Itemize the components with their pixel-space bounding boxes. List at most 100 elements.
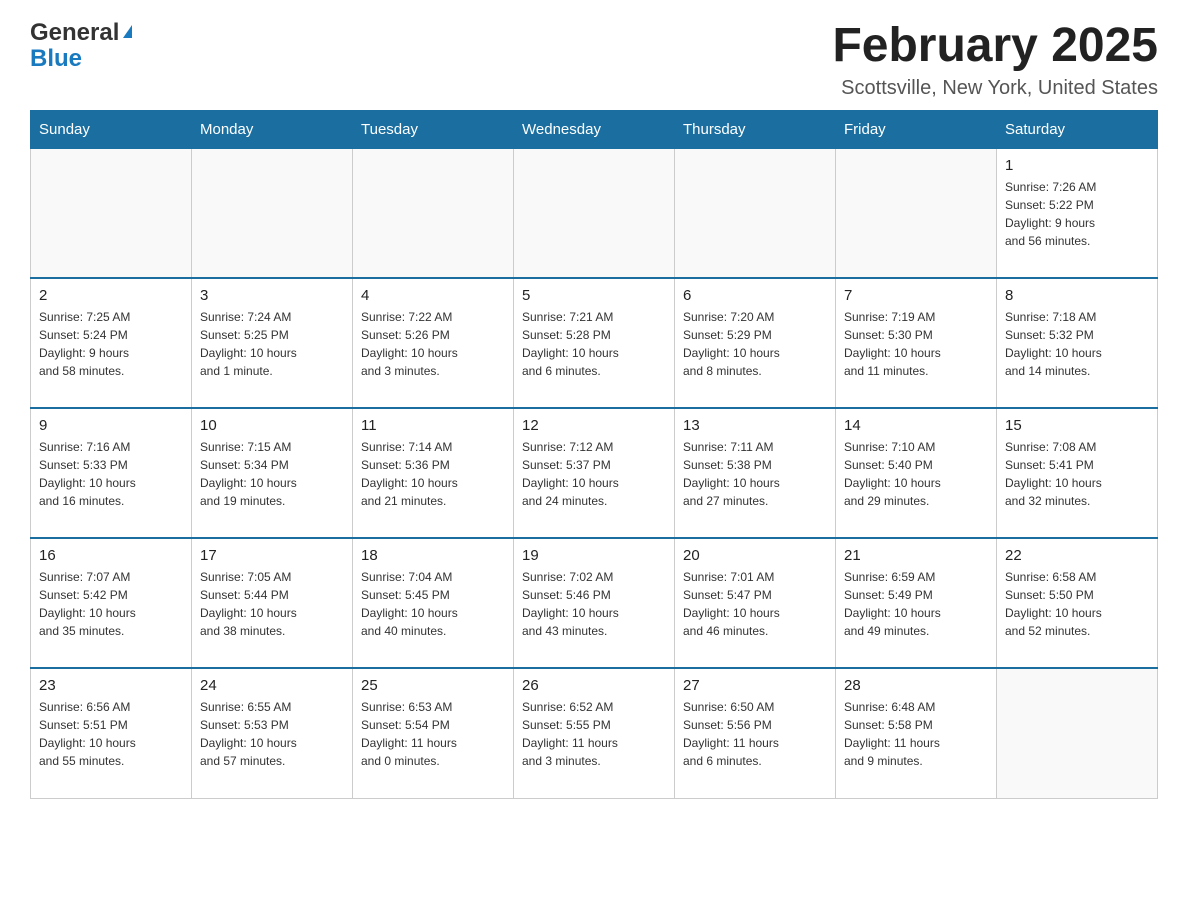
- day-info: Sunrise: 7:16 AMSunset: 5:33 PMDaylight:…: [39, 438, 183, 510]
- day-info: Sunrise: 6:53 AMSunset: 5:54 PMDaylight:…: [361, 698, 505, 770]
- day-number: 25: [361, 677, 505, 694]
- day-info: Sunrise: 7:07 AMSunset: 5:42 PMDaylight:…: [39, 568, 183, 640]
- day-number: 22: [1005, 547, 1149, 564]
- day-info: Sunrise: 7:11 AMSunset: 5:38 PMDaylight:…: [683, 438, 827, 510]
- calendar-cell: 11 Sunrise: 7:14 AMSunset: 5:36 PMDayligh…: [353, 408, 514, 538]
- day-info: Sunrise: 7:19 AMSunset: 5:30 PMDaylight:…: [844, 308, 988, 380]
- calendar-week-3: 9 Sunrise: 7:16 AMSunset: 5:33 PMDaylight…: [31, 408, 1158, 538]
- calendar-cell: 10 Sunrise: 7:15 AMSunset: 5:34 PMDayligh…: [192, 408, 353, 538]
- calendar-cell: 23 Sunrise: 6:56 AMSunset: 5:51 PMDayligh…: [31, 668, 192, 798]
- day-number: 19: [522, 547, 666, 564]
- day-number: 17: [200, 547, 344, 564]
- calendar-cell: 27 Sunrise: 6:50 AMSunset: 5:56 PMDayligh…: [675, 668, 836, 798]
- day-info: Sunrise: 7:05 AMSunset: 5:44 PMDaylight:…: [200, 568, 344, 640]
- day-info: Sunrise: 7:15 AMSunset: 5:34 PMDaylight:…: [200, 438, 344, 510]
- calendar-cell: 5 Sunrise: 7:21 AMSunset: 5:28 PMDaylight…: [514, 278, 675, 408]
- calendar-cell: [675, 148, 836, 278]
- day-number: 18: [361, 547, 505, 564]
- day-info: Sunrise: 7:04 AMSunset: 5:45 PMDaylight:…: [361, 568, 505, 640]
- calendar-cell: 21Sunrise: 6:59 AMSunset: 5:49 PMDayligh…: [836, 538, 997, 668]
- day-info: Sunrise: 7:18 AMSunset: 5:32 PMDaylight:…: [1005, 308, 1149, 380]
- day-number: 4: [361, 287, 505, 304]
- weekday-header-wednesday: Wednesday: [514, 110, 675, 148]
- day-number: 13: [683, 417, 827, 434]
- calendar-cell: 9 Sunrise: 7:16 AMSunset: 5:33 PMDaylight…: [31, 408, 192, 538]
- day-info: Sunrise: 6:48 AMSunset: 5:58 PMDaylight:…: [844, 698, 988, 770]
- weekday-header-row: SundayMondayTuesdayWednesdayThursdayFrid…: [31, 110, 1158, 148]
- day-number: 26: [522, 677, 666, 694]
- day-info: Sunrise: 6:59 AMSunset: 5:49 PMDaylight:…: [844, 568, 988, 640]
- weekday-header-tuesday: Tuesday: [353, 110, 514, 148]
- day-number: 3: [200, 287, 344, 304]
- day-info: Sunrise: 6:50 AMSunset: 5:56 PMDaylight:…: [683, 698, 827, 770]
- calendar-cell: 22Sunrise: 6:58 AMSunset: 5:50 PMDayligh…: [997, 538, 1158, 668]
- calendar-cell: [836, 148, 997, 278]
- day-info: Sunrise: 6:55 AMSunset: 5:53 PMDaylight:…: [200, 698, 344, 770]
- day-number: 14: [844, 417, 988, 434]
- day-number: 20: [683, 547, 827, 564]
- calendar-cell: 13 Sunrise: 7:11 AMSunset: 5:38 PMDayligh…: [675, 408, 836, 538]
- day-number: 15: [1005, 417, 1149, 434]
- day-info: Sunrise: 7:26 AMSunset: 5:22 PMDaylight:…: [1005, 178, 1149, 250]
- logo: General Blue: [30, 20, 132, 73]
- calendar-cell: 25 Sunrise: 6:53 AMSunset: 5:54 PMDayligh…: [353, 668, 514, 798]
- calendar-cell: 2Sunrise: 7:25 AMSunset: 5:24 PMDaylight…: [31, 278, 192, 408]
- calendar-cell: 6 Sunrise: 7:20 AMSunset: 5:29 PMDaylight…: [675, 278, 836, 408]
- day-number: 28: [844, 677, 988, 694]
- calendar-cell: 20 Sunrise: 7:01 AMSunset: 5:47 PMDayligh…: [675, 538, 836, 668]
- day-number: 12: [522, 417, 666, 434]
- page-header: General Blue February 2025 Scottsville, …: [30, 20, 1158, 100]
- day-number: 24: [200, 677, 344, 694]
- calendar-week-5: 23 Sunrise: 6:56 AMSunset: 5:51 PMDayligh…: [31, 668, 1158, 798]
- calendar-cell: 17 Sunrise: 7:05 AMSunset: 5:44 PMDayligh…: [192, 538, 353, 668]
- calendar-cell: 24 Sunrise: 6:55 AMSunset: 5:53 PMDayligh…: [192, 668, 353, 798]
- location: Scottsville, New York, United States: [832, 77, 1158, 100]
- day-number: 23: [39, 677, 183, 694]
- calendar-week-1: 1 Sunrise: 7:26 AMSunset: 5:22 PMDaylight…: [31, 148, 1158, 278]
- day-info: Sunrise: 7:01 AMSunset: 5:47 PMDaylight:…: [683, 568, 827, 640]
- day-info: Sunrise: 7:14 AMSunset: 5:36 PMDaylight:…: [361, 438, 505, 510]
- day-info: Sunrise: 7:22 AMSunset: 5:26 PMDaylight:…: [361, 308, 505, 380]
- day-info: Sunrise: 7:12 AMSunset: 5:37 PMDaylight:…: [522, 438, 666, 510]
- logo-general: General: [30, 20, 132, 46]
- calendar-cell: [192, 148, 353, 278]
- day-info: Sunrise: 7:10 AMSunset: 5:40 PMDaylight:…: [844, 438, 988, 510]
- calendar-cell: 1 Sunrise: 7:26 AMSunset: 5:22 PMDaylight…: [997, 148, 1158, 278]
- calendar-cell: [353, 148, 514, 278]
- day-info: Sunrise: 7:02 AMSunset: 5:46 PMDaylight:…: [522, 568, 666, 640]
- day-number: 5: [522, 287, 666, 304]
- day-info: Sunrise: 6:52 AMSunset: 5:55 PMDaylight:…: [522, 698, 666, 770]
- calendar-cell: 19 Sunrise: 7:02 AMSunset: 5:46 PMDayligh…: [514, 538, 675, 668]
- day-number: 10: [200, 417, 344, 434]
- weekday-header-monday: Monday: [192, 110, 353, 148]
- calendar-cell: 18 Sunrise: 7:04 AMSunset: 5:45 PMDayligh…: [353, 538, 514, 668]
- calendar-cell: 26 Sunrise: 6:52 AMSunset: 5:55 PMDayligh…: [514, 668, 675, 798]
- calendar-cell: [514, 148, 675, 278]
- day-info: Sunrise: 7:24 AMSunset: 5:25 PMDaylight:…: [200, 308, 344, 380]
- day-info: Sunrise: 7:20 AMSunset: 5:29 PMDaylight:…: [683, 308, 827, 380]
- logo-blue: Blue: [30, 46, 132, 72]
- day-info: Sunrise: 6:56 AMSunset: 5:51 PMDaylight:…: [39, 698, 183, 770]
- calendar-cell: [997, 668, 1158, 798]
- day-info: Sunrise: 7:21 AMSunset: 5:28 PMDaylight:…: [522, 308, 666, 380]
- calendar-cell: 15 Sunrise: 7:08 AMSunset: 5:41 PMDayligh…: [997, 408, 1158, 538]
- calendar-cell: 8 Sunrise: 7:18 AMSunset: 5:32 PMDaylight…: [997, 278, 1158, 408]
- day-number: 8: [1005, 287, 1149, 304]
- calendar-cell: 7Sunrise: 7:19 AMSunset: 5:30 PMDaylight…: [836, 278, 997, 408]
- weekday-header-sunday: Sunday: [31, 110, 192, 148]
- day-number: 11: [361, 417, 505, 434]
- day-number: 6: [683, 287, 827, 304]
- day-info: Sunrise: 7:08 AMSunset: 5:41 PMDaylight:…: [1005, 438, 1149, 510]
- day-number: 9: [39, 417, 183, 434]
- weekday-header-thursday: Thursday: [675, 110, 836, 148]
- day-number: 27: [683, 677, 827, 694]
- title-block: February 2025 Scottsville, New York, Uni…: [832, 20, 1158, 100]
- month-title: February 2025: [832, 20, 1158, 73]
- calendar-cell: 12 Sunrise: 7:12 AMSunset: 5:37 PMDayligh…: [514, 408, 675, 538]
- weekday-header-friday: Friday: [836, 110, 997, 148]
- day-number: 1: [1005, 157, 1149, 174]
- calendar-cell: 3 Sunrise: 7:24 AMSunset: 5:25 PMDaylight…: [192, 278, 353, 408]
- calendar-week-4: 16Sunrise: 7:07 AMSunset: 5:42 PMDayligh…: [31, 538, 1158, 668]
- weekday-header-saturday: Saturday: [997, 110, 1158, 148]
- calendar-week-2: 2Sunrise: 7:25 AMSunset: 5:24 PMDaylight…: [31, 278, 1158, 408]
